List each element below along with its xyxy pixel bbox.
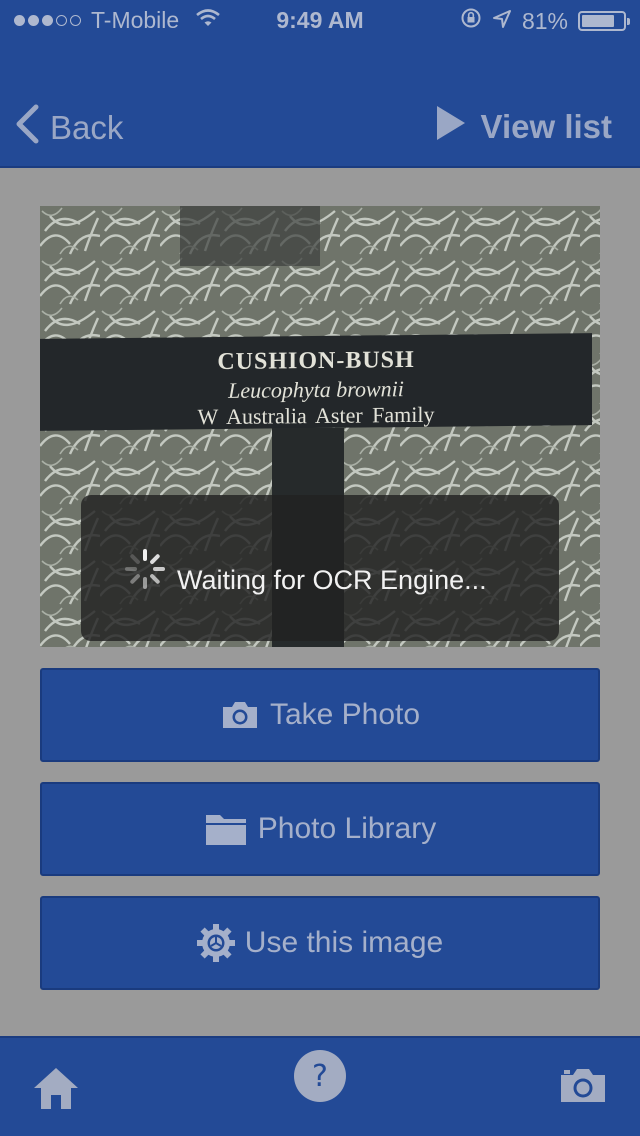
navigation-bar: Back View list [0,40,640,168]
tab-home[interactable] [32,1066,80,1115]
camera-icon [558,1069,608,1108]
tab-help[interactable]: ? [294,1050,346,1102]
spinner-icon [123,547,167,591]
use-this-image-button[interactable]: Use this image [40,896,600,990]
help-glyph: ? [312,1058,328,1094]
battery-fill [582,15,614,27]
location-arrow-icon [492,8,512,35]
use-this-image-label: Use this image [244,926,444,959]
plant-sign: CUSHION-BUSH Leucophyta brownii W Austra… [40,333,592,431]
view-list-label: View list [480,108,612,145]
photo-library-label: Photo Library [257,812,437,845]
view-list-button[interactable]: View list [435,104,612,150]
back-button[interactable]: Back [14,104,123,152]
chevron-left-icon [14,104,40,152]
play-triangle-icon [435,104,467,150]
orientation-lock-icon [460,7,482,35]
status-bar: T-Mobile 9:49 AM 81% [0,0,640,40]
camera-icon [220,700,260,730]
sign-common-name: CUSHION-BUSH [217,346,415,376]
status-right: 81% [460,7,630,35]
tab-camera[interactable] [558,1066,608,1109]
battery-percent: 81% [521,7,568,34]
back-label: Back [50,109,124,146]
hud-message: Waiting for OCR Engine... [177,565,487,595]
loading-hud: Waiting for OCR Engine... [81,495,559,641]
take-photo-label: Take Photo [269,698,421,731]
folder-icon [204,811,248,847]
tab-bar: ? [0,1036,640,1136]
gear-icon [196,924,235,962]
battery-icon [578,11,630,31]
help-icon: ? [294,1050,346,1102]
battery-nub [627,18,630,25]
take-photo-button[interactable]: Take Photo [40,668,600,762]
home-icon [32,1068,80,1114]
photo-library-button[interactable]: Photo Library [40,782,600,876]
